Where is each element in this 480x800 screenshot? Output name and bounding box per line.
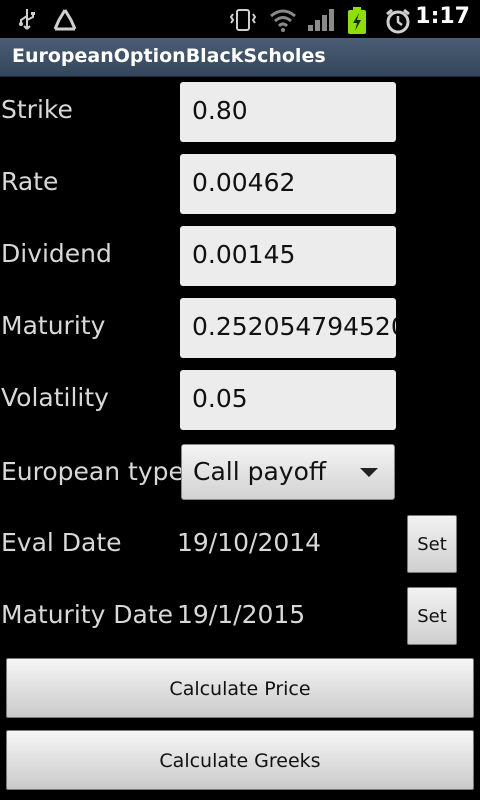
chevron-down-icon [360, 468, 378, 477]
maturity-field[interactable]: 0.25205479452054794520 [180, 298, 396, 358]
signal-icon [308, 9, 334, 31]
rate-value: 0.00462 [192, 168, 296, 197]
maturity-value: 0.25205479452054794520 [192, 312, 396, 341]
status-clock: 1:17 [415, 4, 470, 29]
dividend-label: Dividend [1, 239, 112, 268]
title-bar: EuropeanOptionBlackScholes [0, 38, 480, 77]
calculate-greeks-button[interactable]: Calculate Greeks [6, 730, 474, 790]
maturity-date-value: 19/1/2015 [177, 600, 306, 629]
alarm-icon [386, 8, 410, 34]
app-title: EuropeanOptionBlackScholes [12, 45, 326, 67]
rate-label: Rate [1, 167, 59, 196]
status-bar: 1:17 [0, 0, 480, 38]
recycle-icon [53, 9, 77, 31]
calculate-price-button[interactable]: Calculate Price [6, 658, 474, 718]
eval-date-set-button[interactable]: Set [407, 515, 457, 573]
european-type-selected: Call payoff [193, 457, 327, 486]
european-type-dropdown[interactable]: Call payoff [181, 444, 395, 500]
usb-icon [19, 9, 35, 30]
volatility-label: Volatility [1, 383, 109, 412]
maturity-label: Maturity [1, 311, 106, 340]
eval-date-label: Eval Date [1, 528, 122, 557]
rate-field[interactable]: 0.00462 [180, 154, 396, 214]
wifi-icon [270, 9, 296, 32]
strike-field[interactable]: 0.80 [180, 82, 396, 142]
strike-label: Strike [1, 95, 73, 124]
dividend-value: 0.00145 [192, 240, 296, 269]
european-type-label: European type [1, 457, 184, 486]
eval-date-value: 19/10/2014 [177, 528, 322, 557]
maturity-date-label: Maturity Date [1, 600, 174, 629]
strike-value: 0.80 [192, 96, 248, 125]
vibrate-icon [229, 9, 257, 31]
battery-charging-icon [348, 7, 366, 34]
volatility-value: 0.05 [192, 384, 248, 413]
maturity-date-set-button[interactable]: Set [407, 587, 457, 645]
volatility-field[interactable]: 0.05 [180, 370, 396, 430]
dividend-field[interactable]: 0.00145 [180, 226, 396, 286]
